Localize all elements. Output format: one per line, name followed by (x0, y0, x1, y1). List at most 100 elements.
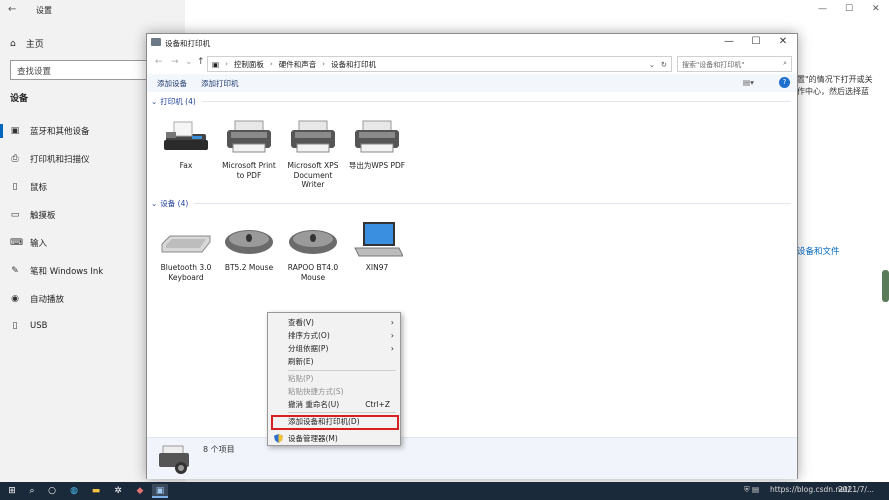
close-icon[interactable]: ✕ (872, 4, 880, 14)
command-bar: 添加设备 添加打印机 ▤▾ ? (147, 74, 797, 92)
sidebar-item-printers[interactable]: ⎙ 打印机和扫描仪 (10, 153, 89, 165)
search-input[interactable]: 搜索"设备和打印机" ⌕ (677, 56, 792, 72)
keyboard-icon (161, 235, 211, 253)
start-icon[interactable]: ⊞ (4, 484, 20, 498)
forward-icon[interactable]: → (171, 57, 179, 67)
printer-item-wps-pdf[interactable]: 导出为WPS PDF (346, 118, 408, 171)
view-options-icon[interactable]: ▤▾ (743, 78, 754, 87)
item-count: 8 个项目 (203, 445, 235, 454)
printer-item-xps[interactable]: Microsoft XPS Document Writer (282, 118, 344, 190)
printers-group-header[interactable]: ⌄ 打印机 (4) (151, 96, 791, 107)
printers-header-label: 打印机 (4) (160, 97, 196, 106)
control-panel-icon: ▣ (212, 59, 220, 69)
menu-separator (288, 370, 396, 371)
menu-item-undo-rename[interactable]: 撤消 重命名(U) Ctrl+Z (268, 398, 400, 411)
settings-gear-icon[interactable]: ✲ (110, 484, 126, 498)
devices-group-header[interactable]: ⌄ 设备 (4) (151, 198, 791, 209)
sidebar-item-input[interactable]: ⌨ 输入 (10, 237, 47, 249)
settings-title: 设置 (36, 6, 52, 15)
menu-label: 粘贴(P) (288, 374, 314, 383)
sidebar-item-touchpad[interactable]: ▭ 触摸板 (10, 209, 56, 221)
device-label: RAPOO BT4.0 Mouse (287, 263, 339, 282)
highlight-box (271, 415, 399, 430)
context-menu: 查看(V) › 排序方式(O) › 分组依据(P) › 刷新(E) 粘贴(P) 粘贴快… (267, 312, 401, 446)
breadcrumb-hardware-sound[interactable]: 硬件和声音 (279, 59, 317, 70)
chevron-right-icon: › (390, 331, 394, 340)
printer-icon (227, 120, 271, 153)
breadcrumb-separator: › (225, 60, 228, 68)
minimize-icon[interactable]: — (818, 4, 827, 14)
menu-item-paste-shortcut: 粘贴快捷方式(S) (268, 385, 400, 398)
address-bar[interactable]: ▣ › 控制面板 › 硬件和声音 › 设备和打印机 ⌄ ↻ (207, 56, 672, 72)
touchpad-icon: ▭ (10, 210, 20, 220)
menu-label: 分组依据(P) (288, 344, 329, 353)
menu-item-group[interactable]: 分组依据(P) › (268, 342, 400, 355)
breadcrumb-separator: › (269, 60, 273, 68)
device-label: Microsoft XPS Document Writer (287, 161, 339, 189)
printer-item-ms-pdf[interactable]: Microsoft Print to PDF (218, 118, 280, 180)
close-icon[interactable]: ✕ (771, 36, 795, 47)
settings-section-title: 设备 (10, 94, 29, 104)
add-device-button[interactable]: 添加设备 (157, 78, 187, 89)
edge-icon[interactable]: ◍ (66, 484, 82, 498)
breadcrumb-separator: › (322, 60, 326, 68)
scroll-handle[interactable] (882, 270, 889, 302)
menu-item-refresh[interactable]: 刷新(E) (268, 355, 400, 368)
settings-home[interactable]: ⌂ 主页 (10, 37, 44, 51)
device-item-keyboard[interactable]: Bluetooth 3.0 Keyboard (155, 220, 217, 282)
mouse-icon: ▯ (12, 182, 18, 192)
sidebar-item-usb[interactable]: ▯ USB (10, 321, 48, 331)
divider (194, 203, 791, 204)
add-printer-button[interactable]: 添加打印机 (201, 78, 239, 89)
printer-icon (291, 120, 335, 153)
fax-icon (164, 121, 208, 150)
menu-item-view[interactable]: 查看(V) › (268, 316, 400, 329)
printer-item-fax[interactable]: Fax (155, 118, 217, 171)
breadcrumb-control-panel[interactable]: 控制面板 (234, 59, 264, 70)
menu-item-paste: 粘贴(P) (268, 372, 400, 385)
app-icon[interactable]: ◆ (132, 484, 148, 498)
settings-related-link[interactable]: 设备和文件 (797, 245, 840, 257)
menu-item-sort[interactable]: 排序方式(O) › (268, 329, 400, 342)
tray-icons[interactable]: ⛨ ▤ (744, 485, 759, 495)
refresh-icon[interactable]: ↻ (661, 60, 667, 69)
recent-dropdown-icon[interactable]: ⌄ (185, 57, 193, 67)
sidebar-item-pen[interactable]: ✎ 笔和 Windows Ink (10, 265, 103, 277)
task-view-icon[interactable]: ○ (44, 484, 60, 498)
maximize-icon[interactable]: ☐ (845, 4, 853, 14)
printer-icon (355, 120, 399, 153)
expand-chevron-icon: ⌄ (151, 199, 158, 208)
settings-body-text-2: 作中心，然后选择蓝 (797, 87, 869, 96)
back-arrow-icon[interactable]: ← (8, 4, 16, 15)
up-icon[interactable]: ↑ (197, 57, 205, 67)
pen-icon: ✎ (11, 266, 19, 276)
devices-window-icon (151, 38, 161, 46)
control-panel-taskbar-icon[interactable]: ▣ (152, 484, 168, 498)
breadcrumb-devices-printers[interactable]: 设备和打印机 (331, 59, 376, 70)
mouse-icon (289, 230, 337, 254)
device-label: Bluetooth 3.0 Keyboard (160, 263, 212, 282)
search-icon: ⌕ (783, 59, 787, 67)
expand-chevron-icon: ⌄ (151, 97, 158, 106)
home-icon: ⌂ (10, 38, 16, 49)
sidebar-item-autoplay[interactable]: ◉ 自动播放 (10, 293, 64, 305)
device-item-laptop[interactable]: XIN97 (346, 220, 408, 273)
help-icon[interactable]: ? (779, 77, 790, 88)
maximize-icon[interactable]: ☐ (744, 36, 768, 47)
search-icon[interactable]: ⌕ (24, 484, 40, 498)
laptop-icon (354, 222, 403, 257)
back-icon[interactable]: ← (155, 57, 163, 67)
sidebar-item-bluetooth[interactable]: ▣ 蓝牙和其他设备 (10, 125, 90, 137)
device-item-rapoo-mouse[interactable]: RAPOO BT4.0 Mouse (282, 220, 344, 282)
shield-icon (274, 434, 283, 443)
file-explorer-icon[interactable]: ▬ (88, 484, 104, 498)
minimize-icon[interactable]: — (717, 36, 741, 47)
taskbar: ⊞ ⌕ ○ ◍ ▬ ✲ ◆ ▣ ⛨ ▤ https://blog.csdn.ne… (0, 482, 889, 500)
sidebar-item-mouse[interactable]: ▯ 鼠标 (10, 181, 48, 193)
clock[interactable]: 2021/7/... (838, 485, 874, 494)
device-item-bt52-mouse[interactable]: BT5.2 Mouse (218, 220, 280, 273)
menu-label: 查看(V) (288, 318, 314, 327)
menu-item-device-manager[interactable]: 设备管理器(M) (268, 432, 400, 445)
settings-body-text-1: 置"的情况下打开或关 (797, 75, 873, 84)
chevron-down-icon[interactable]: ⌄ (649, 60, 655, 69)
